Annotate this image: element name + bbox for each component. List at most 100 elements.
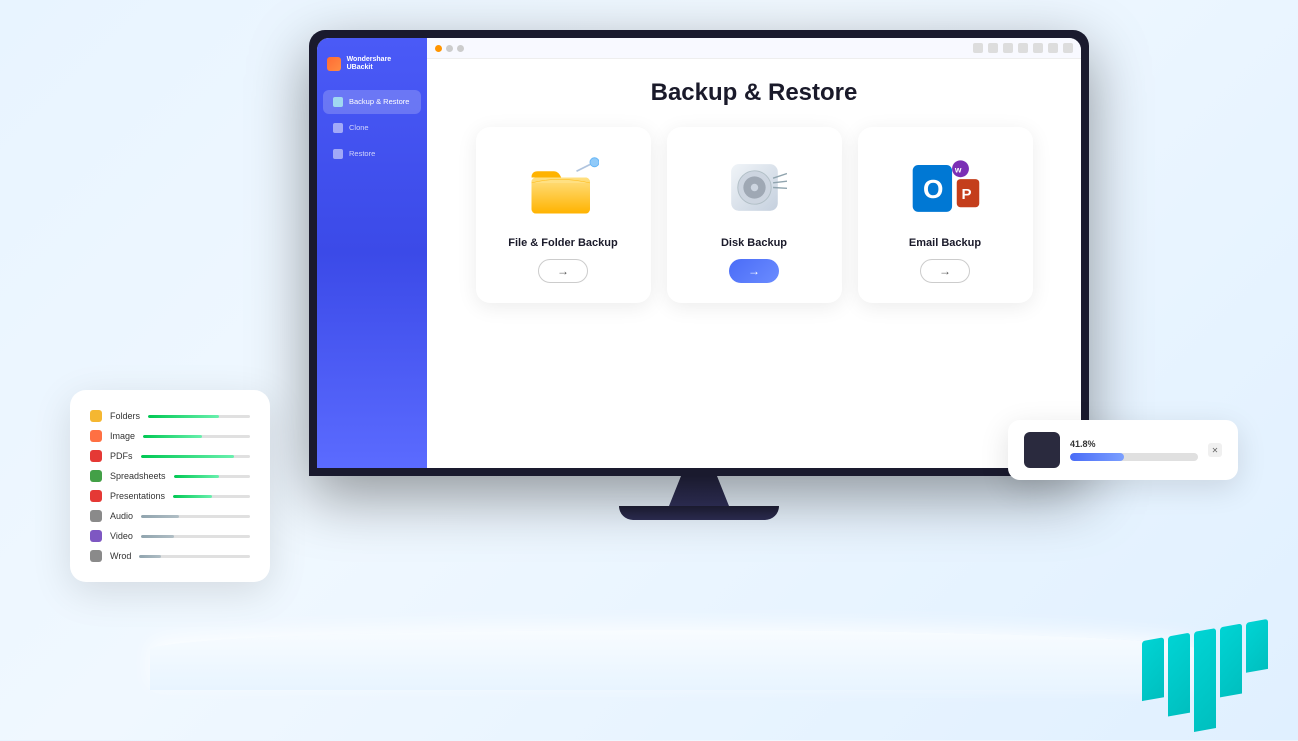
sidebar-label-backup: Backup & Restore xyxy=(349,97,409,106)
logo-icon xyxy=(327,57,341,71)
card-disk: Disk Backup → xyxy=(667,127,842,303)
wc-orange-btn[interactable] xyxy=(435,45,442,52)
word-dot xyxy=(90,550,102,562)
teal-block-5 xyxy=(1246,619,1268,673)
help-icon[interactable] xyxy=(973,43,983,53)
monitor-stand xyxy=(669,476,729,506)
image-bar-fill xyxy=(143,435,202,438)
audio-bar-fill xyxy=(141,515,179,518)
wc-gray-btn1[interactable] xyxy=(446,45,453,52)
sidebar-item-clone[interactable]: Clone xyxy=(323,116,421,140)
close-icon[interactable] xyxy=(1063,43,1073,53)
restore-icon xyxy=(333,149,343,159)
progress-area: 41.8% xyxy=(1070,439,1198,461)
card-disk-btn[interactable]: → xyxy=(729,259,779,283)
wc-gray-btn2[interactable] xyxy=(457,45,464,52)
folders-bar-fill xyxy=(148,415,219,418)
spreadsheets-dot xyxy=(90,470,102,482)
image-label: Image xyxy=(110,431,135,441)
user-icon[interactable] xyxy=(1003,43,1013,53)
card-email-btn[interactable]: → xyxy=(920,259,970,283)
disk-icon xyxy=(722,155,787,220)
email-icon: O w P xyxy=(908,155,983,220)
menu-icon[interactable] xyxy=(1018,43,1028,53)
svg-text:P: P xyxy=(961,185,971,202)
video-dot xyxy=(90,530,102,542)
video-bar-fill xyxy=(141,535,174,538)
teal-block-1 xyxy=(1142,637,1164,701)
teal-block-2 xyxy=(1168,633,1190,717)
progress-bar-fill xyxy=(1070,453,1124,461)
presentations-bar-fill xyxy=(173,495,211,498)
floating-file-panel: Folders Image PDFs Spreadsheets Presenta… xyxy=(70,390,270,582)
maximize-icon[interactable] xyxy=(1048,43,1058,53)
platform-base xyxy=(150,630,1198,690)
disk-icon-area xyxy=(714,147,794,227)
audio-label: Audio xyxy=(110,511,133,521)
file-row-pdfs: PDFs xyxy=(90,446,250,466)
audio-bar xyxy=(141,515,250,518)
hdd-icon xyxy=(1024,432,1060,468)
folders-label: Folders xyxy=(110,411,140,421)
video-bar xyxy=(141,535,250,538)
pdfs-bar-fill xyxy=(141,455,234,458)
card-disk-title: Disk Backup xyxy=(721,237,787,249)
word-bar-fill xyxy=(139,555,161,558)
backup-cards-row: File & Folder Backup → xyxy=(457,127,1051,303)
file-row-word: Wrod xyxy=(90,546,250,566)
pdfs-label: PDFs xyxy=(110,451,133,461)
teal-block-4 xyxy=(1220,623,1242,697)
page-title: Backup & Restore xyxy=(457,79,1051,107)
sidebar: Wondershare UBackit Backup & Restore Clo… xyxy=(317,38,427,468)
card-file-folder-title: File & Folder Backup xyxy=(508,237,617,249)
pdfs-bar xyxy=(141,455,251,458)
sidebar-item-restore[interactable]: Restore xyxy=(323,142,421,166)
word-label: Wrod xyxy=(110,551,131,561)
progress-percent: 41.8% xyxy=(1070,439,1198,449)
presentations-dot xyxy=(90,490,102,502)
monitor-screen: Wondershare UBackit Backup & Restore Clo… xyxy=(309,30,1089,476)
file-row-spreadsheets: Spreadsheets xyxy=(90,466,250,486)
word-bar xyxy=(139,555,250,558)
main-content-area: Backup & Restore xyxy=(427,38,1081,468)
file-row-audio: Audio xyxy=(90,506,250,526)
presentations-bar xyxy=(173,495,250,498)
sidebar-item-backup[interactable]: Backup & Restore xyxy=(323,90,421,114)
file-row-video: Video xyxy=(90,526,250,546)
email-icon-area: O w P xyxy=(905,147,985,227)
floating-progress-panel: 41.8% ✕ xyxy=(1008,420,1238,480)
folder-icon xyxy=(527,157,599,217)
card-file-folder: File & Folder Backup → xyxy=(476,127,651,303)
teal-blocks-decoration xyxy=(1142,619,1268,741)
presentations-label: Presentations xyxy=(110,491,165,501)
file-row-presentations: Presentations xyxy=(90,486,250,506)
teal-block-3 xyxy=(1194,628,1216,732)
app-logo: Wondershare UBackit xyxy=(317,50,427,89)
pdfs-dot xyxy=(90,450,102,462)
card-file-folder-btn[interactable]: → xyxy=(538,259,588,283)
image-bar xyxy=(143,435,250,438)
sidebar-label-restore: Restore xyxy=(349,149,375,158)
backup-icon xyxy=(333,97,343,107)
title-icons-row xyxy=(973,43,1073,53)
image-dot xyxy=(90,430,102,442)
progress-bar-bg xyxy=(1070,453,1198,461)
spreadsheets-bar-fill xyxy=(174,475,220,478)
file-row-image: Image xyxy=(90,426,250,446)
sidebar-label-clone: Clone xyxy=(349,123,369,132)
progress-close-btn[interactable]: ✕ xyxy=(1208,443,1222,457)
headset-icon[interactable] xyxy=(988,43,998,53)
app-window: Wondershare UBackit Backup & Restore Clo… xyxy=(317,38,1081,468)
minimize-icon[interactable] xyxy=(1033,43,1043,53)
file-row-folders: Folders xyxy=(90,406,250,426)
card-email: O w P xyxy=(858,127,1033,303)
monitor-bezel: Wondershare UBackit Backup & Restore Clo… xyxy=(317,38,1081,468)
app-name: Wondershare UBackit xyxy=(347,56,417,73)
folders-bar xyxy=(148,415,250,418)
video-label: Video xyxy=(110,531,133,541)
monitor: Wondershare UBackit Backup & Restore Clo… xyxy=(309,30,1089,520)
audio-dot xyxy=(90,510,102,522)
svg-text:w: w xyxy=(953,164,961,174)
card-email-title: Email Backup xyxy=(909,237,981,249)
folders-dot xyxy=(90,410,102,422)
